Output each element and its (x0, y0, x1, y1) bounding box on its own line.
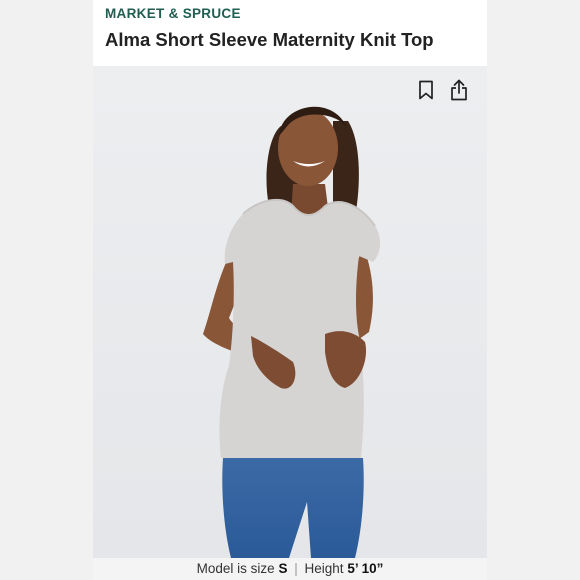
left-margin (0, 0, 93, 580)
share-icon (451, 79, 467, 101)
bookmark-icon (419, 80, 433, 100)
right-margin (487, 0, 580, 580)
model-height-label: Height (304, 561, 344, 576)
model-size-value: S (278, 561, 288, 576)
bookmark-button[interactable] (415, 78, 437, 102)
model-size-caption: Model is size S | Height 5’ 10” (93, 558, 487, 580)
product-title: Alma Short Sleeve Maternity Knit Top (105, 29, 434, 50)
caption-separator: | (294, 561, 298, 576)
model-size-label: Model is size (196, 561, 275, 576)
brand-name[interactable]: MARKET & SPRUCE (105, 6, 241, 21)
model-height-value: 5’ 10” (347, 561, 384, 576)
share-button[interactable] (448, 78, 470, 102)
product-photo[interactable] (93, 66, 487, 558)
model-illustration (93, 66, 487, 558)
product-card: MARKET & SPRUCE Alma Short Sleeve Matern… (93, 0, 487, 580)
